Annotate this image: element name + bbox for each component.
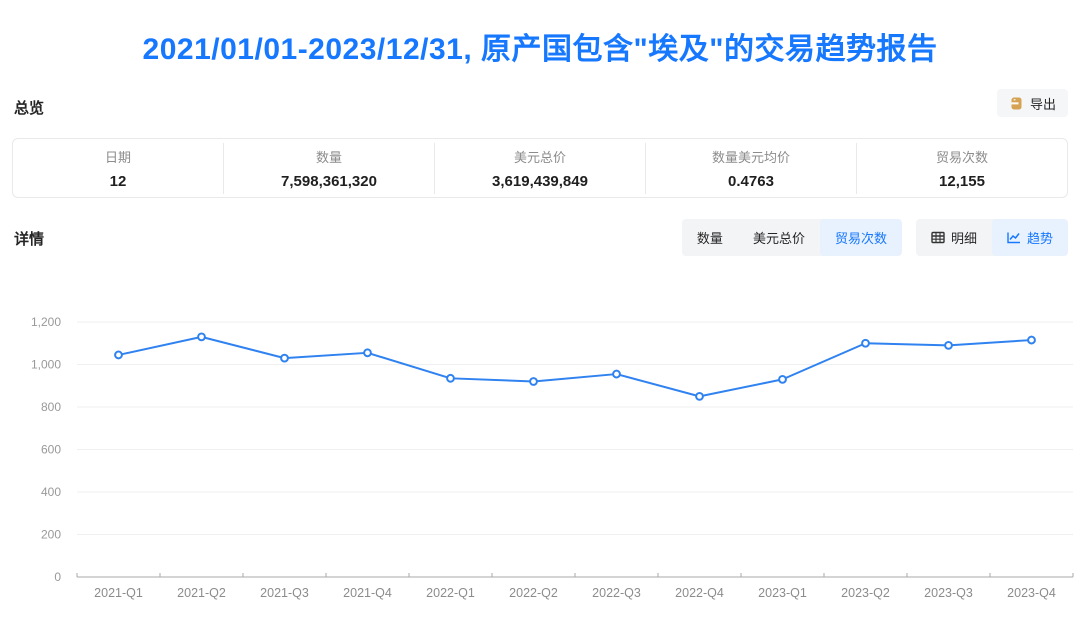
trend-chart-svg: 0 200 400 600 800 1,000 1,200 2021-Q1 2021-Q2 202… [0, 290, 1080, 620]
x-axis-tick-label: 2022-Q3 [592, 586, 641, 600]
x-axis-tick-label: 2022-Q4 [675, 586, 724, 600]
stat-label: 日期 [13, 147, 223, 166]
tab-label: 数量 [697, 228, 723, 247]
stat-item-usd-unit-price: 数量美元均价 0.4763 [645, 143, 856, 194]
tab-quantity[interactable]: 数量 [682, 219, 738, 256]
stat-value: 3,619,439,849 [435, 173, 645, 190]
stat-value: 7,598,361,320 [224, 173, 434, 190]
tab-usd-total[interactable]: 美元总价 [738, 219, 820, 256]
trend-chart-icon [1007, 231, 1021, 244]
tab-detail[interactable]: 明细 [916, 219, 992, 256]
trend-line [119, 337, 1032, 397]
stat-label: 数量 [224, 147, 434, 166]
stat-value: 12 [13, 173, 223, 190]
details-heading: 详情 [14, 228, 44, 249]
metric-tabs: 数量 美元总价 贸易次数 [682, 219, 902, 256]
data-point[interactable] [281, 355, 288, 362]
data-point[interactable] [862, 340, 869, 347]
y-axis-tick-label: 1,200 [31, 315, 61, 329]
stat-label: 数量美元均价 [646, 147, 856, 166]
tab-label: 趋势 [1027, 228, 1053, 247]
export-button[interactable]: 导出 [997, 89, 1068, 117]
x-axis-tick-label: 2021-Q2 [177, 586, 226, 600]
tab-label: 美元总价 [753, 228, 805, 247]
data-point[interactable] [779, 376, 786, 383]
x-axis-tick-label: 2022-Q1 [426, 586, 475, 600]
data-point[interactable] [945, 342, 952, 349]
y-axis-tick-label: 400 [41, 485, 61, 499]
data-point[interactable] [530, 378, 537, 385]
overview-heading: 总览 [14, 97, 44, 118]
data-point[interactable] [364, 349, 371, 356]
y-axis-tick-label: 1,000 [31, 358, 61, 372]
y-axis-tick-label: 600 [41, 443, 61, 457]
stat-item-quantity: 数量 7,598,361,320 [223, 143, 434, 194]
data-point[interactable] [115, 352, 122, 359]
details-toolbar: 数量 美元总价 贸易次数 明细 趋势 [682, 219, 1068, 256]
table-icon [931, 231, 945, 244]
x-axis-tick-label: 2023-Q1 [758, 586, 807, 600]
stats-card: 日期 12数量 7,598,361,320美元总价 3,619,439,849数量美元… [12, 138, 1068, 198]
stat-value: 0.4763 [646, 173, 856, 190]
stat-label: 贸易次数 [857, 147, 1067, 166]
x-axis-tick-label: 2023-Q2 [841, 586, 890, 600]
trade-trend-chart: 0 200 400 600 800 1,000 1,200 2021-Q1 2021-Q2 202… [0, 290, 1080, 620]
stat-item-date-count: 日期 12 [13, 143, 223, 194]
export-file-icon [1009, 96, 1024, 111]
tab-trend[interactable]: 趋势 [992, 219, 1068, 256]
tab-label: 贸易次数 [835, 228, 887, 247]
x-axis-tick-label: 2021-Q4 [343, 586, 392, 600]
tab-trade-count[interactable]: 贸易次数 [820, 219, 902, 256]
x-axis-tick-label: 2021-Q3 [260, 586, 309, 600]
export-button-label: 导出 [1030, 94, 1056, 113]
view-tabs: 明细 趋势 [916, 219, 1068, 256]
page-title: 2021/01/01-2023/12/31, 原产国包含"埃及"的交易趋势报告 [0, 24, 1080, 68]
data-point[interactable] [447, 375, 454, 382]
y-axis-tick-label: 0 [54, 570, 61, 584]
stat-value: 12,155 [857, 173, 1067, 190]
data-point[interactable] [1028, 337, 1035, 344]
stat-label: 美元总价 [435, 147, 645, 166]
x-axis-tick-label: 2023-Q4 [1007, 586, 1056, 600]
data-point[interactable] [198, 333, 205, 340]
x-axis-tick-label: 2023-Q3 [924, 586, 973, 600]
y-axis-tick-label: 200 [41, 528, 61, 542]
y-axis-tick-label: 800 [41, 400, 61, 414]
stat-item-trade-count: 贸易次数 12,155 [856, 143, 1067, 194]
stat-item-usd-total: 美元总价 3,619,439,849 [434, 143, 645, 194]
x-axis-tick-label: 2021-Q1 [94, 586, 143, 600]
data-point[interactable] [613, 371, 620, 378]
x-axis-tick-label: 2022-Q2 [509, 586, 558, 600]
tab-label: 明细 [951, 228, 977, 247]
data-point[interactable] [696, 393, 703, 400]
